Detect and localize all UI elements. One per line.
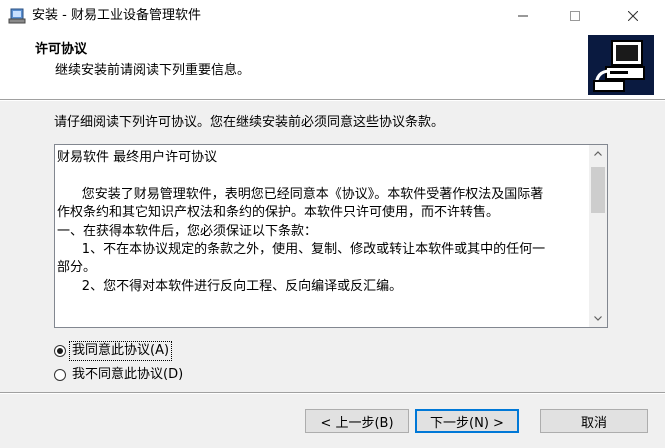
close-button[interactable] <box>610 0 656 32</box>
window-title: 安装 - 财易工业设备管理软件 <box>32 8 201 23</box>
page-subtitle: 继续安装前请阅读下列重要信息。 <box>55 63 251 78</box>
radio-dot <box>57 348 63 354</box>
minimize-button[interactable] <box>500 0 546 32</box>
license-text: 财易软件 最终用户许可协议 您安装了财易管理软件，表明您已经同意本《协议》。本软… <box>57 150 546 294</box>
next-button[interactable]: 下一步(N) > <box>415 409 519 433</box>
maximize-icon <box>570 11 580 21</box>
scroll-down-arrow-icon <box>594 316 602 321</box>
close-icon <box>628 11 638 21</box>
maximize-button[interactable] <box>552 0 598 32</box>
decline-label[interactable]: 我不同意此协议(D) <box>70 366 185 384</box>
header-divider-highlight <box>0 100 665 101</box>
cancel-button[interactable]: 取消 <box>540 409 648 433</box>
scroll-up-button[interactable] <box>589 145 607 162</box>
installer-icon <box>8 7 26 25</box>
scroll-up-arrow-icon <box>594 151 602 156</box>
minimize-icon <box>518 15 528 17</box>
footer-divider-highlight <box>0 393 665 394</box>
license-textbox[interactable]: 财易软件 最终用户许可协议 您安装了财易管理软件，表明您已经同意本《协议》。本软… <box>54 144 608 328</box>
scroll-down-button[interactable] <box>589 310 607 327</box>
back-button[interactable]: < 上一步(B) <box>305 409 409 433</box>
scroll-thumb[interactable] <box>591 167 605 213</box>
radio-button[interactable] <box>54 369 66 381</box>
vertical-scrollbar[interactable] <box>589 145 607 327</box>
computer-setup-icon <box>588 35 654 95</box>
accept-radio[interactable]: 我同意此协议(A) <box>54 341 173 361</box>
radio-button-selected[interactable] <box>54 345 66 357</box>
decline-radio[interactable]: 我不同意此协议(D) <box>54 365 185 385</box>
instruction-text: 请仔细阅读下列许可协议。您在继续安装前必须同意这些协议条款。 <box>54 115 445 130</box>
page-title: 许可协议 <box>35 42 88 57</box>
accept-label[interactable]: 我同意此协议(A) <box>68 341 173 361</box>
